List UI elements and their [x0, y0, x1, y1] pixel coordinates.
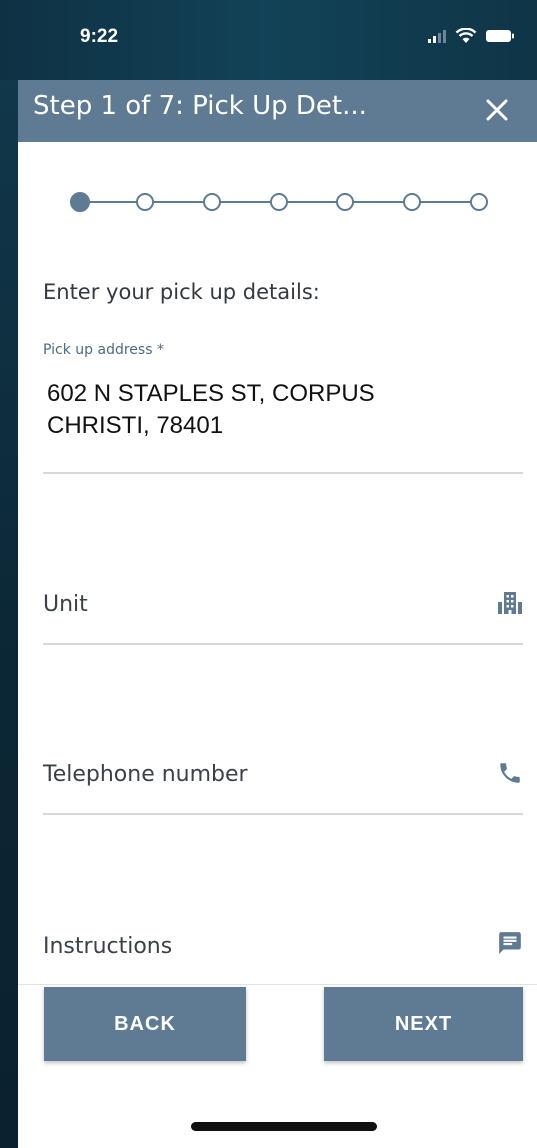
- form-intro: Enter your pick up details:: [43, 280, 320, 304]
- page-title: Step 1 of 7: Pick Up Det...: [33, 91, 367, 121]
- app-header: Step 1 of 7: Pick Up Det...: [18, 80, 537, 142]
- progress-stepper: [70, 190, 496, 214]
- close-button[interactable]: [479, 92, 515, 128]
- step-7-dot[interactable]: [470, 193, 488, 211]
- unit-field[interactable]: Unit: [43, 572, 523, 645]
- step-6-dot[interactable]: [403, 193, 421, 211]
- instructions-field[interactable]: Instructions: [43, 912, 523, 983]
- phone-icon: [500, 763, 520, 783]
- step-3-dot[interactable]: [203, 193, 221, 211]
- unit-placeholder: Unit: [43, 592, 88, 617]
- step-5-dot[interactable]: [336, 193, 354, 211]
- status-time: 9:22: [80, 26, 119, 47]
- battery-icon: [486, 30, 514, 42]
- step-4-dot[interactable]: [270, 193, 288, 211]
- next-button[interactable]: NEXT: [324, 987, 523, 1061]
- telephone-placeholder: Telephone number: [43, 762, 248, 787]
- building-icon: [498, 592, 522, 614]
- instructions-placeholder: Instructions: [43, 934, 173, 959]
- signal-icon: [428, 30, 446, 43]
- status-bar: 9:22: [18, 0, 537, 80]
- status-icons: [427, 28, 515, 44]
- pickup-address-label: Pick up address *: [43, 342, 164, 358]
- pickup-address-field[interactable]: Pick up address * 602 N STAPLES ST, CORP…: [43, 342, 523, 474]
- step-2-dot[interactable]: [136, 193, 154, 211]
- telephone-field[interactable]: Telephone number: [43, 742, 523, 815]
- form-content: Enter your pick up details: Pick up addr…: [18, 142, 537, 1148]
- back-button[interactable]: BACK: [44, 987, 246, 1061]
- step-1-dot[interactable]: [70, 192, 90, 212]
- close-icon: [486, 99, 508, 121]
- message-icon: [499, 932, 521, 954]
- home-indicator[interactable]: [191, 1122, 377, 1131]
- background-edge: [0, 0, 18, 1148]
- wifi-icon: [455, 28, 477, 43]
- navigation-buttons: BACK NEXT: [18, 984, 537, 1065]
- pickup-address-value[interactable]: 602 N STAPLES ST, CORPUS CHRISTI, 78401: [47, 378, 467, 442]
